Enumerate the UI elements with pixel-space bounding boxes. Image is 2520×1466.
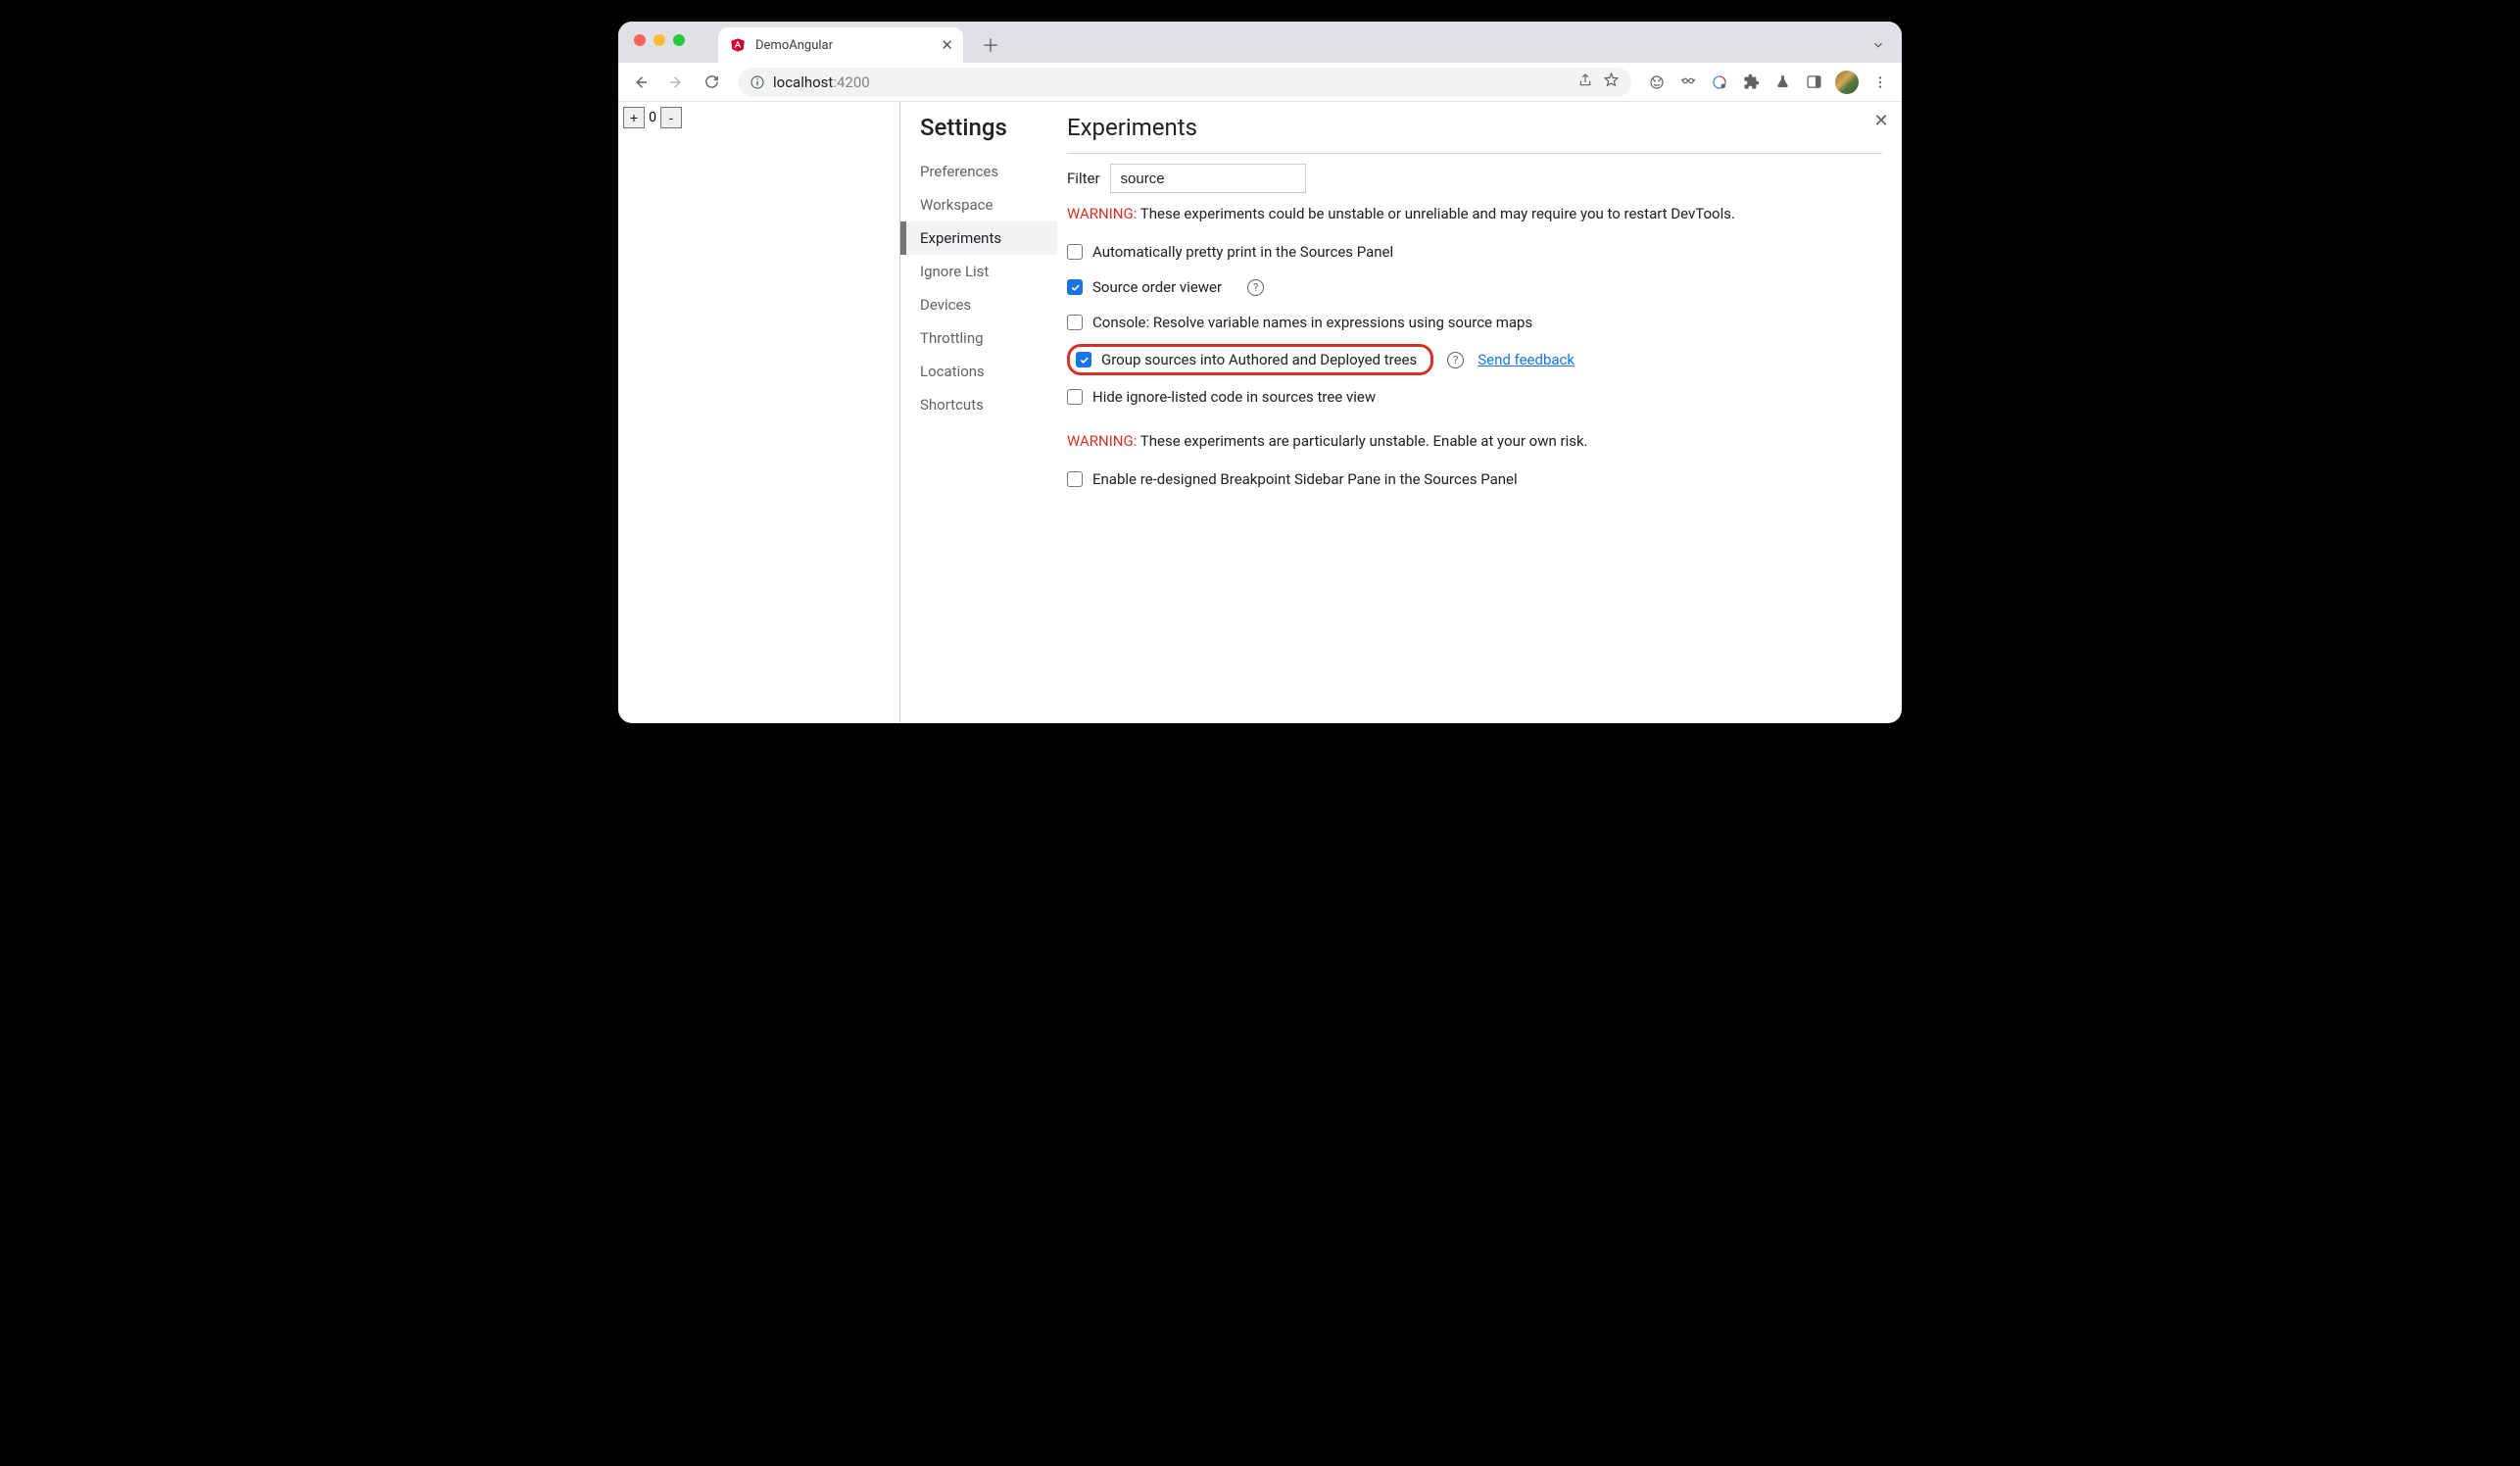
settings-nav: Preferences Workspace Experiments Ignore… [920,155,1055,421]
checkbox-pretty-print[interactable] [1067,244,1083,260]
url-host: localhost [773,73,833,91]
nav-ignore-list[interactable]: Ignore List [920,255,1055,288]
nav-throttling[interactable]: Throttling [920,321,1055,355]
warning-prefix: WARNING: [1067,205,1137,222]
side-panel-icon[interactable] [1804,73,1823,92]
opt-breakpoint-sidebar: Enable re-designed Breakpoint Sidebar Pa… [1067,462,1882,497]
warning-very-unstable: WARNING: These experiments are particula… [1067,432,1882,450]
filter-row: Filter [1067,164,1882,193]
close-settings-icon[interactable]: ✕ [1870,110,1892,131]
nav-locations[interactable]: Locations [920,355,1055,388]
decrement-button[interactable]: - [660,107,682,128]
opt-group-sources-row: Group sources into Authored and Deployed… [1067,340,1882,379]
opt-pretty-print: Automatically pretty print in the Source… [1067,234,1882,269]
extension-icon-1[interactable] [1647,73,1667,92]
nav-experiments[interactable]: Experiments [900,221,1057,255]
url-text: localhost:4200 [773,73,870,91]
profile-avatar[interactable] [1835,71,1859,94]
nav-shortcuts[interactable]: Shortcuts [920,388,1055,421]
settings-title: Settings [920,114,1055,141]
new-tab-button[interactable]: ＋ [977,31,1004,59]
opt-label: Console: Resolve variable names in expre… [1092,314,1532,331]
browser-window: DemoAngular ✕ ＋ localhost:4200 [618,22,1902,723]
back-button[interactable] [626,68,655,97]
highlighted-group-sources: Group sources into Authored and Deployed… [1067,344,1433,375]
filter-input[interactable] [1110,164,1306,193]
send-feedback-link[interactable]: Send feedback [1478,351,1575,368]
opt-console-var: Console: Resolve variable names in expre… [1067,305,1882,340]
devtools-settings: ✕ Settings Preferences Workspace Experim… [900,102,1902,723]
reload-button[interactable] [697,68,726,97]
checkbox-breakpoint-sidebar[interactable] [1067,471,1083,487]
checkbox-source-order[interactable] [1067,279,1083,295]
url-port: :4200 [833,73,869,91]
checkbox-group-sources[interactable] [1076,352,1091,367]
extension-flask-icon[interactable] [1772,73,1792,92]
forward-button[interactable] [661,68,691,97]
filter-label: Filter [1067,170,1100,187]
close-tab-icon[interactable]: ✕ [941,36,953,54]
bookmark-star-icon[interactable] [1603,72,1620,92]
chrome-menu-icon[interactable] [1870,73,1890,92]
app-page: + 0 - [618,102,900,723]
extension-icon-3[interactable] [1710,73,1729,92]
tab-title: DemoAngular [755,38,833,53]
warning-prefix: WARNING: [1067,432,1137,450]
help-icon[interactable]: ? [1447,352,1464,368]
browser-toolbar: localhost:4200 [618,63,1902,102]
nav-workspace[interactable]: Workspace [920,188,1055,221]
opt-label: Group sources into Authored and Deployed… [1101,351,1417,368]
extension-icons [1643,71,1894,94]
opt-label: Source order viewer [1092,278,1222,296]
opt-label: Automatically pretty print in the Source… [1092,243,1393,261]
warning-text: These experiments are particularly unsta… [1137,432,1587,450]
site-info-icon[interactable] [750,74,765,90]
angular-favicon-icon [730,37,746,53]
close-window-button[interactable] [634,34,646,46]
warning-text: These experiments could be unstable or u… [1137,205,1735,222]
opt-label: Enable re-designed Breakpoint Sidebar Pa… [1092,470,1518,488]
window-controls [634,34,685,46]
checkbox-console-var[interactable] [1067,315,1083,330]
address-bar[interactable]: localhost:4200 [738,68,1631,97]
opt-label: Hide ignore-listed code in sources tree … [1092,388,1376,406]
settings-sidebar: Settings Preferences Workspace Experimen… [900,102,1055,723]
warning-unstable: WARNING: These experiments could be unst… [1067,205,1882,222]
maximize-window-button[interactable] [673,34,685,46]
tab-overflow-button[interactable] [1865,31,1892,59]
increment-button[interactable]: + [623,107,645,128]
share-icon[interactable] [1577,73,1593,92]
opt-hide-ignore: Hide ignore-listed code in sources tree … [1067,379,1882,415]
counter-value: 0 [645,107,660,718]
experiments-title: Experiments [1067,114,1882,154]
opt-source-order: Source order viewer ? [1067,269,1882,305]
tab-strip: DemoAngular ✕ ＋ [618,22,1902,63]
checkbox-hide-ignore[interactable] [1067,389,1083,405]
nav-preferences[interactable]: Preferences [920,155,1055,188]
extension-icon-2[interactable] [1678,73,1698,92]
content-area: + 0 - ✕ Settings Preferences Workspace E… [618,102,1902,723]
extensions-puzzle-icon[interactable] [1741,73,1761,92]
help-icon[interactable]: ? [1247,279,1264,296]
minimize-window-button[interactable] [654,34,665,46]
settings-main: Experiments Filter WARNING: These experi… [1055,102,1902,723]
nav-devices[interactable]: Devices [920,288,1055,321]
browser-tab[interactable]: DemoAngular ✕ [718,27,963,63]
